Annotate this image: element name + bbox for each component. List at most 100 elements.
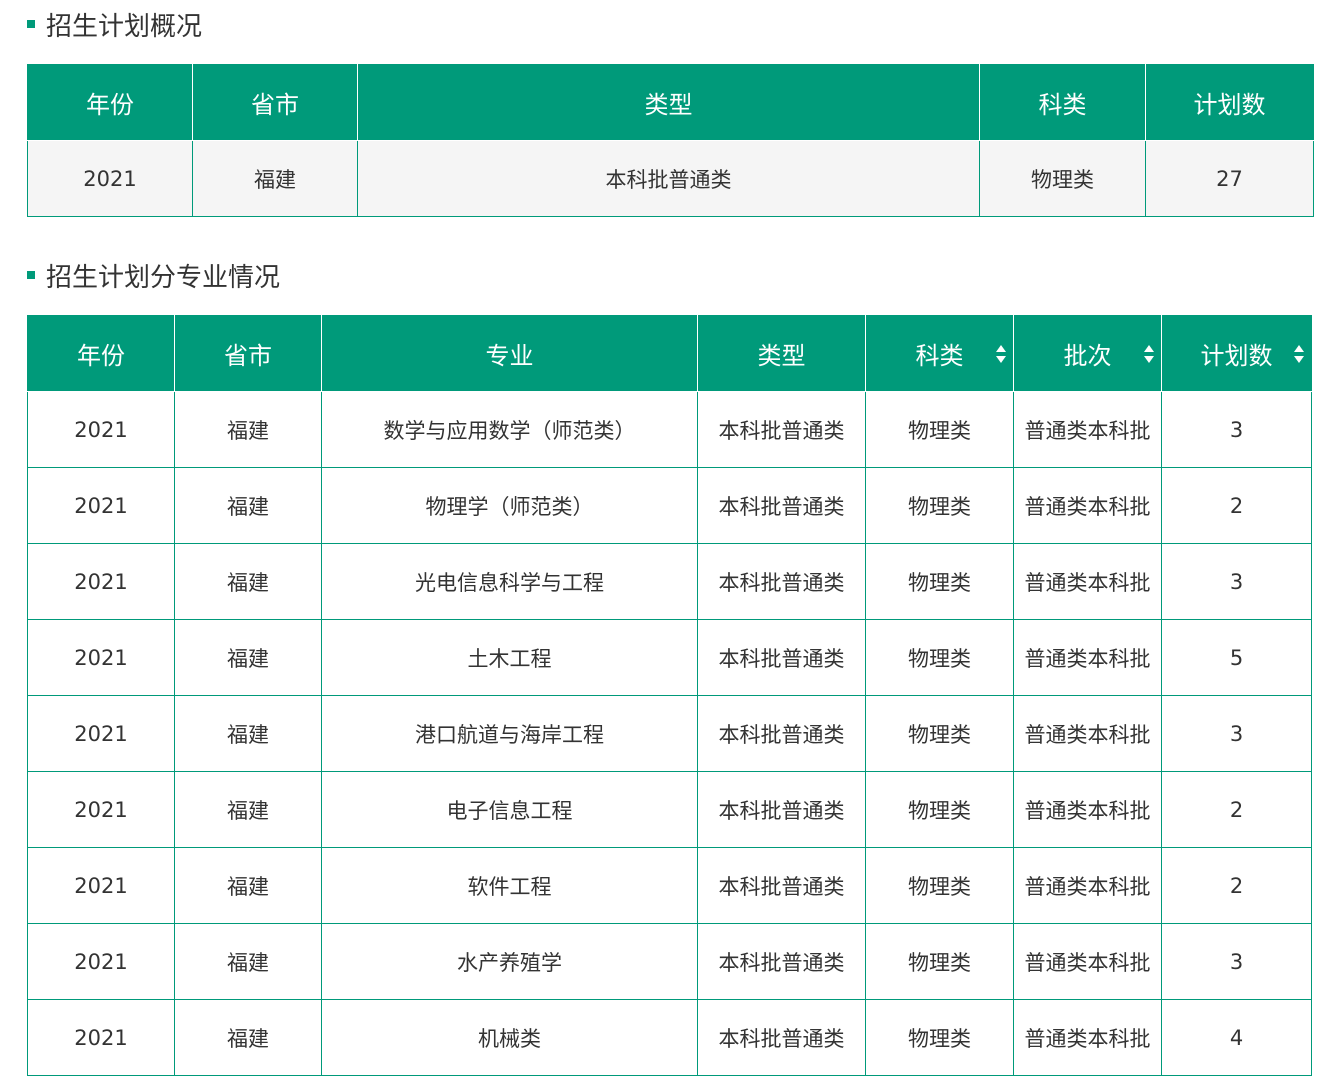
overview-section-title: 招生计划概况 <box>27 4 202 44</box>
cell-year: 2021 <box>27 619 175 696</box>
cell-year: 2021 <box>27 140 193 217</box>
cell-plan-count: 3 <box>1161 391 1312 468</box>
table-row: 2021 福建 水产养殖学 本科批普通类 物理类 普通类本科批 3 <box>27 923 1312 1000</box>
table-row: 2021 福建 电子信息工程 本科批普通类 物理类 普通类本科批 2 <box>27 771 1312 848</box>
cell-major: 水产养殖学 <box>321 923 698 1000</box>
cell-province: 福建 <box>174 543 322 620</box>
cell-plan-count: 2 <box>1161 467 1312 544</box>
overview-table: 年份 省市 类型 科类 计划数 2021 福建 本科批普通类 物理类 27 <box>27 64 1314 217</box>
cell-province: 福建 <box>174 771 322 848</box>
table-row: 2021 福建 机械类 本科批普通类 物理类 普通类本科批 4 <box>27 999 1312 1076</box>
cell-category: 物理类 <box>865 619 1014 696</box>
table-row: 2021 福建 物理学（师范类） 本科批普通类 物理类 普通类本科批 2 <box>27 467 1312 544</box>
cell-category: 物理类 <box>865 391 1014 468</box>
cell-major: 物理学（师范类） <box>321 467 698 544</box>
cell-type: 本科批普通类 <box>697 923 866 1000</box>
overview-title-text: 招生计划概况 <box>46 11 203 42</box>
cell-type: 本科批普通类 <box>697 999 866 1076</box>
cell-plan-count: 5 <box>1161 619 1312 696</box>
sort-icon[interactable] <box>1143 344 1155 364</box>
page: 招生计划概况 年份 省市 类型 科类 计划数 2021 福建 本科批普通类 物理 <box>0 0 1319 1088</box>
cell-type: 本科批普通类 <box>697 771 866 848</box>
cell-type: 本科批普通类 <box>697 695 866 772</box>
cell-type: 本科批普通类 <box>357 140 980 217</box>
header-batch-label: 批次 <box>1063 342 1112 370</box>
sort-icon[interactable] <box>995 344 1007 364</box>
cell-batch: 普通类本科批 <box>1013 391 1162 468</box>
header-category-sortable[interactable]: 科类 <box>865 315 1014 392</box>
cell-year: 2021 <box>27 695 175 772</box>
cell-year: 2021 <box>27 391 175 468</box>
cell-batch: 普通类本科批 <box>1013 999 1162 1076</box>
cell-major: 软件工程 <box>321 847 698 924</box>
cell-type: 本科批普通类 <box>697 391 866 468</box>
header-year: 年份 <box>27 315 175 392</box>
header-batch-sortable[interactable]: 批次 <box>1013 315 1162 392</box>
cell-batch: 普通类本科批 <box>1013 923 1162 1000</box>
cell-major: 土木工程 <box>321 619 698 696</box>
cell-category: 物理类 <box>865 771 1014 848</box>
header-province: 省市 <box>174 315 322 392</box>
cell-category: 物理类 <box>865 847 1014 924</box>
cell-batch: 普通类本科批 <box>1013 543 1162 620</box>
cell-type: 本科批普通类 <box>697 847 866 924</box>
cell-year: 2021 <box>27 467 175 544</box>
header-category: 科类 <box>979 64 1146 141</box>
cell-year: 2021 <box>27 543 175 620</box>
header-province: 省市 <box>192 64 358 141</box>
cell-plan-count: 2 <box>1161 771 1312 848</box>
cell-plan-count: 3 <box>1161 923 1312 1000</box>
header-year: 年份 <box>27 64 193 141</box>
overview-header-row: 年份 省市 类型 科类 计划数 <box>27 64 1314 141</box>
cell-major: 电子信息工程 <box>321 771 698 848</box>
cell-batch: 普通类本科批 <box>1013 467 1162 544</box>
cell-plan-count: 4 <box>1161 999 1312 1076</box>
section-marker-icon <box>27 20 35 28</box>
cell-year: 2021 <box>27 847 175 924</box>
header-type: 类型 <box>697 315 866 392</box>
cell-category: 物理类 <box>979 140 1146 217</box>
table-row: 2021 福建 软件工程 本科批普通类 物理类 普通类本科批 2 <box>27 847 1312 924</box>
cell-plan-count: 3 <box>1161 543 1312 620</box>
table-row: 2021 福建 港口航道与海岸工程 本科批普通类 物理类 普通类本科批 3 <box>27 695 1312 772</box>
cell-year: 2021 <box>27 999 175 1076</box>
cell-plan-count: 27 <box>1145 140 1314 217</box>
header-type: 类型 <box>357 64 980 141</box>
cell-major: 机械类 <box>321 999 698 1076</box>
majors-header-row: 年份 省市 专业 类型 科类 批次 计划数 <box>27 315 1312 392</box>
majors-table: 年份 省市 专业 类型 科类 批次 计划数 2021 福建 数学与应用数学（师范… <box>27 315 1312 1076</box>
cell-year: 2021 <box>27 923 175 1000</box>
cell-batch: 普通类本科批 <box>1013 619 1162 696</box>
cell-province: 福建 <box>174 467 322 544</box>
cell-province: 福建 <box>174 923 322 1000</box>
header-plan-count: 计划数 <box>1145 64 1314 141</box>
cell-plan-count: 2 <box>1161 847 1312 924</box>
cell-year: 2021 <box>27 771 175 848</box>
cell-major: 港口航道与海岸工程 <box>321 695 698 772</box>
cell-province: 福建 <box>174 619 322 696</box>
cell-major: 光电信息科学与工程 <box>321 543 698 620</box>
header-plan-count-sortable[interactable]: 计划数 <box>1161 315 1312 392</box>
cell-plan-count: 3 <box>1161 695 1312 772</box>
table-row: 2021 福建 数学与应用数学（师范类） 本科批普通类 物理类 普通类本科批 3 <box>27 391 1312 468</box>
table-row: 2021 福建 光电信息科学与工程 本科批普通类 物理类 普通类本科批 3 <box>27 543 1312 620</box>
cell-province: 福建 <box>174 391 322 468</box>
cell-type: 本科批普通类 <box>697 619 866 696</box>
section-marker-icon <box>27 271 35 279</box>
table-row: 2021 福建 土木工程 本科批普通类 物理类 普通类本科批 5 <box>27 619 1312 696</box>
cell-province: 福建 <box>174 695 322 772</box>
cell-category: 物理类 <box>865 467 1014 544</box>
header-major: 专业 <box>321 315 698 392</box>
cell-province: 福建 <box>192 140 358 217</box>
majors-section-title: 招生计划分专业情况 <box>27 255 280 295</box>
cell-major: 数学与应用数学（师范类） <box>321 391 698 468</box>
cell-batch: 普通类本科批 <box>1013 771 1162 848</box>
cell-category: 物理类 <box>865 923 1014 1000</box>
table-row: 2021 福建 本科批普通类 物理类 27 <box>27 140 1314 217</box>
sort-icon[interactable] <box>1293 344 1305 364</box>
cell-province: 福建 <box>174 999 322 1076</box>
header-plan-count-label: 计划数 <box>1200 342 1273 370</box>
cell-type: 本科批普通类 <box>697 543 866 620</box>
cell-category: 物理类 <box>865 999 1014 1076</box>
cell-category: 物理类 <box>865 695 1014 772</box>
